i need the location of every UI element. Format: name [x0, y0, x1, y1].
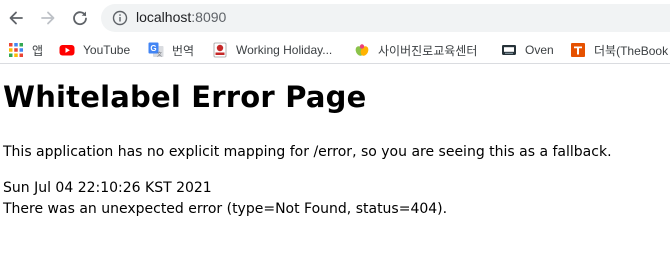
bookmark-label: Oven [525, 43, 554, 57]
reload-button[interactable] [68, 6, 92, 30]
bookmark-translate[interactable]: G 文 번역 [148, 40, 194, 60]
url-host: localhost [136, 9, 192, 25]
back-button[interactable] [4, 6, 28, 30]
browser-toolbar: localhost:8090 [0, 0, 670, 36]
url-text[interactable]: localhost:8090 [136, 9, 226, 25]
bookmark-label: Working Holiday... [236, 43, 333, 57]
error-timestamp: Sun Jul 04 22:10:26 KST 2021 [3, 180, 212, 196]
apps-grid-icon [9, 43, 23, 57]
bookmark-label: 앱 [32, 43, 44, 58]
bookmark-youtube[interactable]: YouTube [59, 40, 130, 60]
address-bar[interactable]: localhost:8090 [101, 4, 670, 32]
error-explanation: This application has no explicit mapping… [3, 144, 612, 160]
bookmark-working-holiday[interactable]: Working Holiday... [212, 40, 332, 60]
svg-text:G: G [150, 44, 156, 53]
bookmark-thebook[interactable]: 더북(TheBook [570, 40, 668, 60]
working-holiday-icon [213, 42, 227, 58]
bookmarks-bar: 앱 YouTube G 文 번역 Working Holiday... 사이버진… [0, 36, 670, 64]
forward-arrow-icon [41, 11, 55, 25]
google-translate-icon: G 文 [148, 42, 164, 58]
forward-button[interactable] [36, 6, 60, 30]
back-arrow-icon [9, 11, 23, 25]
error-detail: There was an unexpected error (type=Not … [3, 201, 448, 217]
bookmark-label: 더북(TheBook [594, 43, 669, 58]
bookmark-label: 번역 [172, 43, 195, 58]
bookmark-apps[interactable]: 앱 [8, 40, 43, 60]
cyber-career-icon [355, 44, 369, 56]
site-info-icon[interactable] [112, 10, 128, 26]
bookmark-label: 사이버진로교육센터 [378, 43, 478, 58]
oven-icon [502, 45, 516, 55]
thebook-icon [571, 43, 585, 57]
reload-icon [73, 11, 87, 26]
bookmark-oven[interactable]: Oven [501, 40, 554, 60]
bookmark-cyber-career[interactable]: 사이버진로교육센터 [354, 40, 477, 60]
url-port: :8090 [191, 9, 227, 25]
youtube-icon [59, 45, 75, 56]
bookmark-label: YouTube [83, 43, 131, 57]
page-title: Whitelabel Error Page [3, 80, 367, 114]
svg-text:文: 文 [157, 51, 162, 58]
